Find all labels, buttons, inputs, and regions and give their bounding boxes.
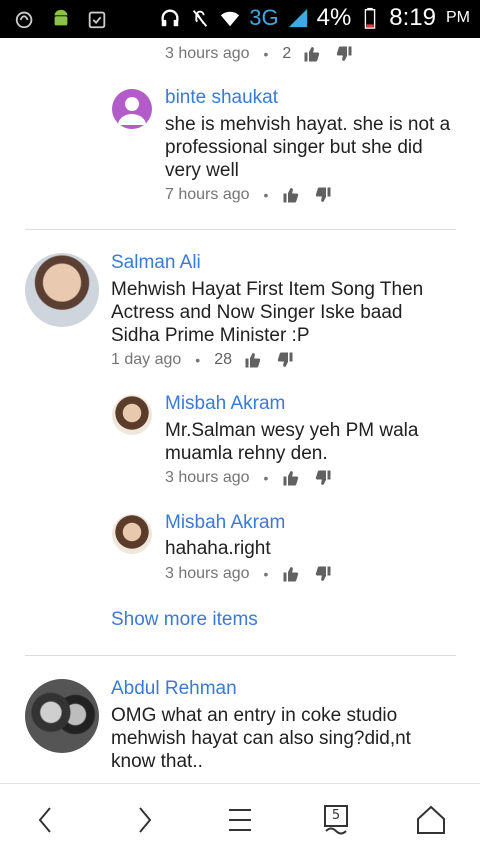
thumbs-down-icon[interactable] (314, 469, 332, 487)
clock-ampm: PM (446, 9, 470, 26)
thumbs-down-icon[interactable] (276, 351, 294, 369)
comment-text-line: muamla rehny den. (165, 443, 328, 464)
comment-text-line: she is mehvish hayat. she is not a (165, 114, 451, 135)
forward-button[interactable] (126, 804, 162, 836)
home-button[interactable] (413, 804, 449, 836)
wifi-icon (221, 11, 240, 27)
separator-dot: • (195, 352, 201, 368)
like-count: 2 (282, 45, 292, 62)
separator-dot: • (263, 46, 269, 62)
comment-author[interactable]: binte shaukat (165, 87, 278, 109)
comment-meta: 3 hours ago • 2 (165, 45, 353, 63)
avatar[interactable] (112, 514, 152, 554)
android-icon (54, 9, 68, 26)
comment-text: hahaha.right (165, 537, 271, 560)
tabs-count: 5 (331, 808, 341, 823)
comment-time: 7 hours ago (165, 186, 250, 203)
separator-dot: • (263, 187, 269, 203)
comment-author[interactable]: Misbah Akram (165, 512, 285, 534)
mute-icon (193, 10, 208, 27)
comment-meta: 7 hours ago • (165, 186, 332, 204)
comment-time: 3 hours ago (165, 45, 250, 62)
comment-meta: 3 hours ago • (165, 565, 332, 583)
separator-dot: • (263, 470, 269, 486)
clipboard-check-icon (88, 11, 106, 29)
uc-browser-icon (15, 11, 33, 29)
avatar[interactable] (112, 89, 152, 129)
thumbs-down-icon[interactable] (314, 186, 332, 204)
battery-icon (365, 7, 376, 29)
comment-text: Mr.Salman wesy yeh PM wala muamla rehny … (165, 419, 418, 465)
comment-text-line: very well (165, 160, 239, 181)
browser-toolbar: 5 (0, 783, 480, 855)
battery-percent: 4% (316, 4, 352, 31)
comment-text-line: Actress and Now Singer Iske baad (111, 302, 403, 323)
avatar[interactable] (25, 253, 99, 327)
comment-text: she is mehvish hayat. she is not a profe… (165, 113, 450, 182)
comment-author[interactable]: Misbah Akram (165, 393, 285, 415)
thumbs-up-icon[interactable] (282, 565, 300, 583)
show-more-button[interactable]: Show more items (111, 609, 258, 631)
back-button[interactable] (28, 804, 64, 836)
divider (25, 229, 456, 230)
comment-text-line: mehwish hayat can also sing?did,nt (111, 728, 411, 749)
comment-text-line: OMG what an entry in coke studio (111, 705, 398, 726)
divider (25, 655, 456, 656)
thumbs-down-icon[interactable] (335, 45, 353, 63)
comment-text: OMG what an entry in coke studio mehwish… (111, 704, 411, 773)
status-bar: 3G 4% 8:19 PM (0, 0, 480, 38)
comment-text-line: Mehwish Hayat First Item Song Then (111, 279, 424, 300)
comment-time: 3 hours ago (165, 469, 250, 486)
thumbs-down-icon[interactable] (314, 565, 332, 583)
comment-meta: 1 day ago • 28 (111, 351, 294, 369)
comment-time: 3 hours ago (165, 565, 250, 582)
avatar[interactable] (25, 679, 99, 753)
signal-icon (288, 8, 307, 28)
comment-author[interactable]: Salman Ali (111, 252, 201, 274)
separator-dot: • (263, 566, 269, 582)
comment-text-line: Sidha Prime Minister :P (111, 325, 310, 346)
comment-text-line: professional singer but she did (165, 137, 423, 158)
like-count: 28 (214, 351, 232, 368)
comment-text-line: hahaha.right (165, 538, 271, 559)
comment-text-line: Mr.Salman wesy yeh PM wala (165, 420, 419, 441)
comments-list[interactable]: 3 hours ago • 2 binte shaukat she is meh… (0, 38, 480, 783)
menu-button[interactable] (222, 804, 258, 836)
tabs-button[interactable]: 5 (318, 804, 354, 836)
thumbs-up-icon[interactable] (282, 186, 300, 204)
clock-time: 8:19 (389, 4, 436, 31)
thumbs-up-icon[interactable] (303, 45, 321, 63)
headset-icon (161, 9, 179, 27)
thumbs-up-icon[interactable] (244, 351, 262, 369)
thumbs-up-icon[interactable] (282, 469, 300, 487)
default-user-icon (118, 97, 146, 125)
comment-text: Mehwish Hayat First Item Song Then Actre… (111, 278, 423, 347)
avatar[interactable] (112, 395, 152, 435)
comment-author[interactable]: Abdul Rehman (111, 678, 237, 700)
comment-time: 1 day ago (111, 351, 182, 368)
comment-text-line: know that.. (111, 751, 203, 772)
comment-meta: 3 hours ago • (165, 469, 332, 487)
network-type: 3G (249, 5, 279, 30)
